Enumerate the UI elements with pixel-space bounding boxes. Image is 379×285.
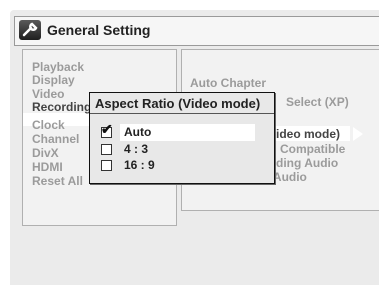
- menu-item-display[interactable]: Display: [32, 73, 75, 87]
- dialog-title-bar: Aspect Ratio (Video mode): [90, 93, 274, 114]
- checkmark-icon: ✔: [101, 121, 113, 137]
- option-label: 16 : 9: [124, 158, 155, 172]
- menu-item-clock[interactable]: Clock: [32, 118, 65, 132]
- submenu-item-aspect-ratio[interactable]: ideo mode): [276, 127, 340, 141]
- option-16-9[interactable]: 16 : 9: [90, 157, 274, 173]
- menu-item-reset-all[interactable]: Reset All: [32, 174, 83, 188]
- checkbox-16-9[interactable]: [101, 160, 112, 171]
- wrench-icon: [19, 20, 41, 40]
- submenu-item-auto-chapter[interactable]: Auto Chapter: [190, 76, 266, 90]
- checkbox-auto[interactable]: ✔: [101, 122, 113, 138]
- option-4-3[interactable]: 4 : 3: [90, 141, 274, 157]
- aspect-ratio-dialog: Aspect Ratio (Video mode) ✔ Auto 4 : 3 1…: [89, 92, 275, 184]
- title-bar: General Setting: [14, 16, 379, 46]
- submenu-item-recording-audio[interactable]: ding Audio: [276, 156, 338, 170]
- option-auto[interactable]: ✔ Auto: [90, 122, 274, 141]
- option-label: Auto: [124, 125, 152, 139]
- submenu-item-select-xp[interactable]: Select (XP): [286, 95, 349, 109]
- menu-item-video[interactable]: Video: [32, 87, 64, 101]
- menu-item-playback[interactable]: Playback: [32, 60, 84, 74]
- page-title: General Setting: [47, 22, 151, 38]
- menu-item-recording[interactable]: Recording: [32, 100, 91, 114]
- menu-item-channel[interactable]: Channel: [32, 132, 79, 146]
- option-label: 4 : 3: [124, 142, 149, 156]
- menu-item-hdmi[interactable]: HDMI: [32, 160, 63, 174]
- right-arrow-icon: [353, 127, 363, 141]
- submenu-item-compatible[interactable]: Compatible: [280, 142, 345, 156]
- checkbox-4-3[interactable]: [101, 144, 112, 155]
- menu-item-divx[interactable]: DivX: [32, 146, 59, 160]
- dialog-title: Aspect Ratio (Video mode): [95, 96, 261, 111]
